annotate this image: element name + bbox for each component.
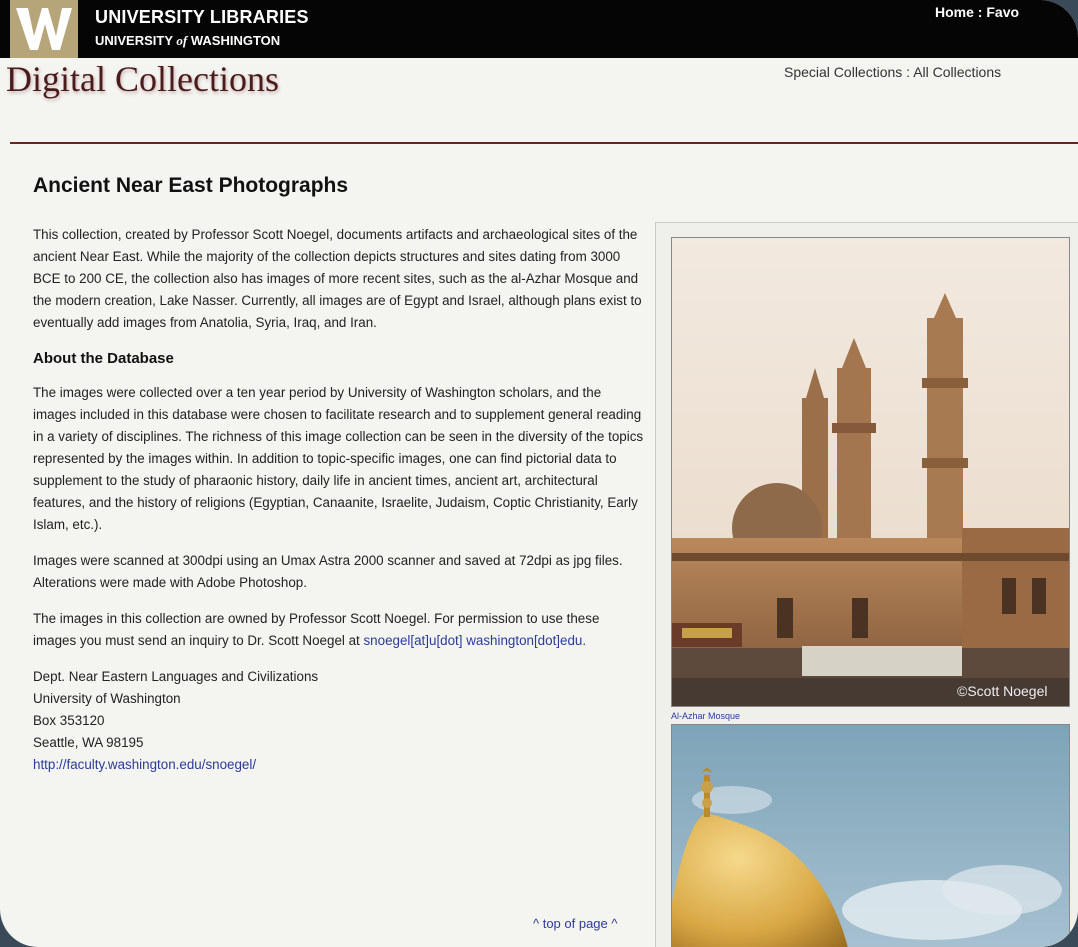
nav-favorites-link[interactable]: Favo bbox=[986, 4, 1019, 20]
header-divider bbox=[10, 142, 1078, 144]
address-line: Dept. Near Eastern Languages and Civiliz… bbox=[33, 669, 319, 684]
top-of-page-link[interactable]: ^ top of page ^ bbox=[533, 916, 617, 931]
browser-page: UNIVERSITY LIBRARIES UNIVERSITY of WASHI… bbox=[0, 0, 1078, 947]
page-title: Ancient Near East Photographs bbox=[33, 174, 349, 197]
golden-dome-image bbox=[672, 725, 1069, 947]
w-logo-icon bbox=[16, 8, 72, 50]
main-content: This collection, created by Professor Sc… bbox=[33, 224, 645, 776]
all-collections-link[interactable]: All Collections bbox=[913, 64, 1001, 80]
svg-text:©Scott Noegel: ©Scott Noegel bbox=[957, 683, 1047, 699]
library-subtitle: UNIVERSITY of WASHINGTON bbox=[95, 33, 281, 48]
dome-of-the-rock-photo[interactable] bbox=[671, 724, 1070, 947]
scan-paragraph: Images were scanned at 300dpi using an U… bbox=[33, 553, 623, 590]
special-collections-link[interactable]: Special Collections bbox=[784, 64, 902, 80]
email-link[interactable]: snoegel[at]u[dot] washington[dot]edu. bbox=[363, 633, 586, 648]
library-title[interactable]: UNIVERSITY LIBRARIES bbox=[95, 7, 309, 28]
top-nav: Home : Favo bbox=[935, 4, 1020, 20]
about-paragraph: The images were collected over a ten yea… bbox=[33, 385, 644, 532]
about-heading: About the Database bbox=[33, 350, 174, 367]
permission-paragraph: The images in this collection are owned … bbox=[33, 611, 600, 648]
section-nav: Special Collections : All Collections bbox=[784, 64, 1002, 80]
address-line: University of Washington bbox=[33, 691, 181, 706]
faculty-link[interactable]: http://faculty.washington.edu/snoegel/ bbox=[33, 757, 256, 772]
nav-home-link[interactable]: Home bbox=[935, 4, 974, 20]
al-azhar-caption[interactable]: Al-Azhar Mosque bbox=[671, 711, 740, 721]
header-bar: UNIVERSITY LIBRARIES UNIVERSITY of WASHI… bbox=[0, 0, 1078, 58]
mosque-image: ©Scott Noegel bbox=[672, 238, 1069, 706]
intro-paragraph: This collection, created by Professor Sc… bbox=[33, 227, 642, 330]
al-azhar-mosque-photo[interactable]: ©Scott Noegel bbox=[671, 237, 1070, 707]
site-title[interactable]: Digital Collections bbox=[6, 58, 279, 100]
address-line: Box 353120 bbox=[33, 713, 105, 728]
uw-logo[interactable] bbox=[10, 0, 78, 58]
address-line: Seattle, WA 98195 bbox=[33, 735, 144, 750]
